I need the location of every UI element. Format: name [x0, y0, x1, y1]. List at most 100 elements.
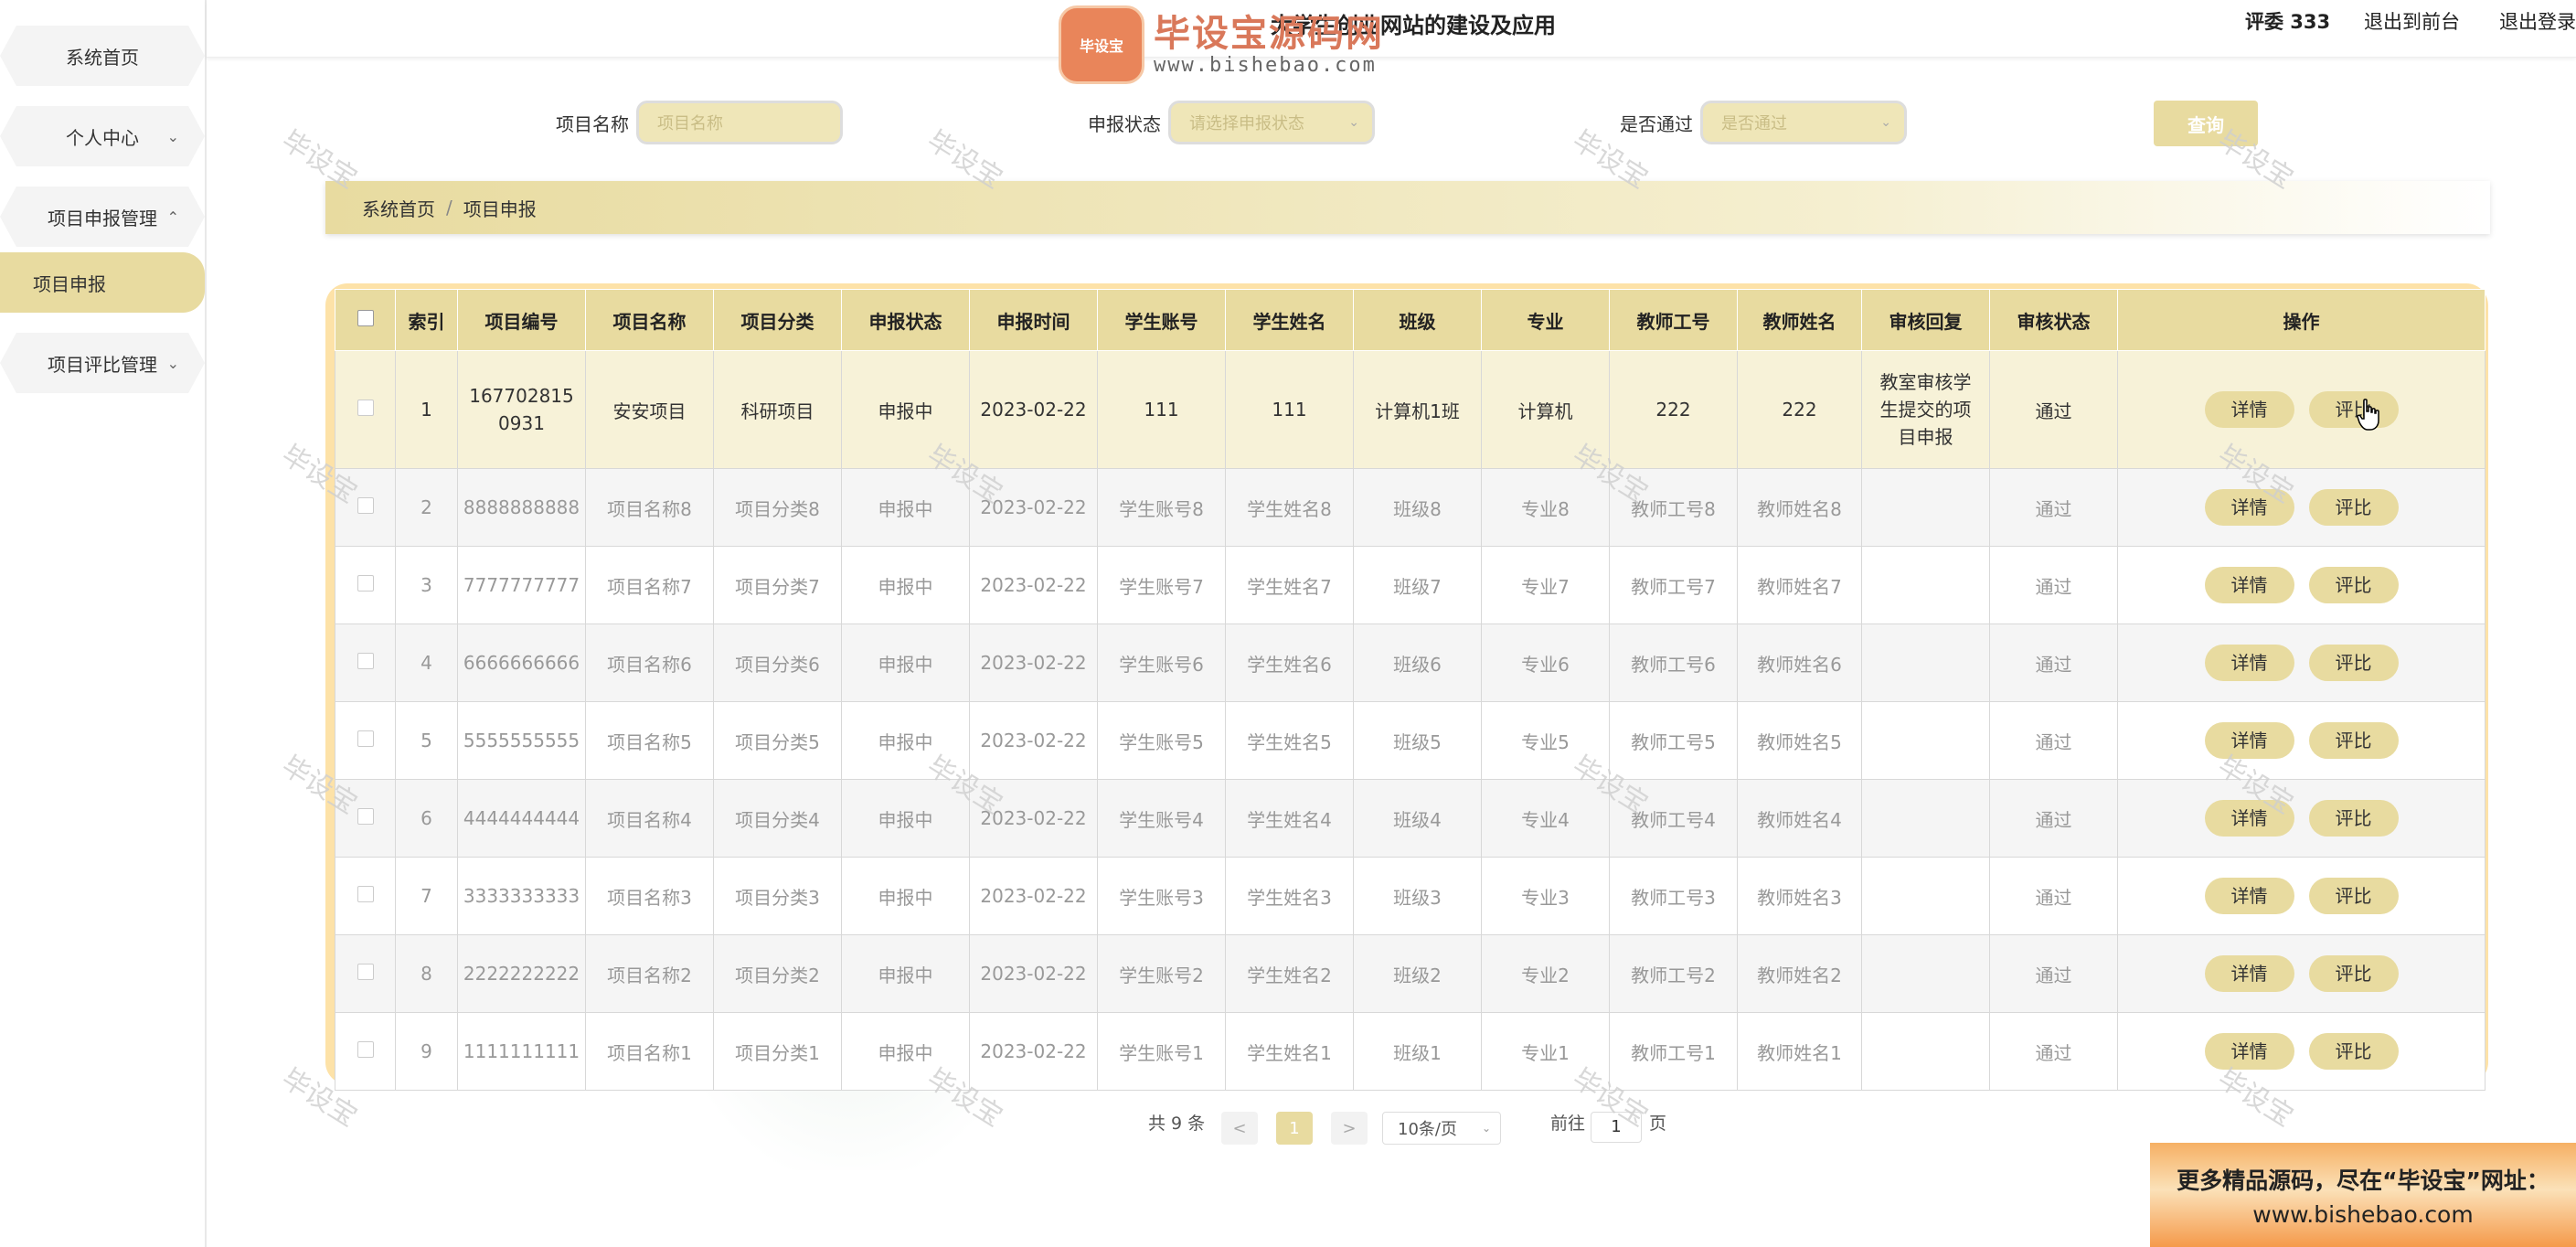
- detail-button[interactable]: 详情: [2204, 391, 2294, 428]
- rate-button[interactable]: 评比: [2308, 645, 2399, 681]
- row-select-cell[interactable]: [335, 779, 396, 858]
- table-cell: 学生姓名1: [1225, 1012, 1354, 1091]
- table-cell: 专业4: [1481, 779, 1610, 858]
- row-select-cell[interactable]: [335, 350, 396, 469]
- chevron-down-icon: ⌄: [1348, 115, 1359, 130]
- row-checkbox[interactable]: [357, 575, 374, 592]
- row-select-cell[interactable]: [335, 546, 396, 624]
- table-cell: 班级6: [1353, 624, 1482, 702]
- column-header: 索引: [395, 289, 458, 351]
- rate-button[interactable]: 评比: [2308, 1033, 2399, 1070]
- table-cell: 项目名称7: [585, 546, 714, 624]
- table-cell: 专业1: [1481, 1012, 1610, 1091]
- table-cell: 申报中: [841, 350, 970, 469]
- table-cell: 安安项目: [585, 350, 714, 469]
- table-cell: 111: [1097, 350, 1226, 469]
- table-cell: 计算机: [1481, 350, 1610, 469]
- pass-placeholder: 是否通过: [1721, 114, 1787, 133]
- table-cell: 项目名称8: [585, 468, 714, 547]
- actions-cell: 详情 评比: [2117, 701, 2486, 780]
- detail-button[interactable]: 详情: [2204, 878, 2294, 914]
- rate-button[interactable]: 评比: [2308, 489, 2399, 526]
- table-cell: 专业5: [1481, 701, 1610, 780]
- row-select-cell[interactable]: [335, 1012, 396, 1091]
- actions-cell: 详情 评比: [2117, 546, 2486, 624]
- table-cell: 项目名称3: [585, 857, 714, 935]
- goto-page-input[interactable]: 1: [1591, 1112, 1642, 1143]
- detail-button[interactable]: 详情: [2204, 645, 2294, 681]
- detail-button[interactable]: 详情: [2204, 1033, 2294, 1070]
- table-cell: 2023-02-22: [969, 468, 1098, 547]
- ad-banner[interactable]: 更多精品源码，尽在“毕设宝”网址： www.bishebao.com: [2150, 1143, 2576, 1247]
- chevron-down-icon: ⌄: [1880, 115, 1891, 130]
- logout-link[interactable]: 退出登录: [2499, 7, 2576, 35]
- table-cell: 教师工号4: [1609, 779, 1738, 858]
- sidebar-item-home[interactable]: 系统首页: [0, 26, 205, 86]
- page-number-button[interactable]: 1: [1276, 1112, 1313, 1145]
- row-select-cell[interactable]: [335, 934, 396, 1013]
- column-header: 审核回复: [1861, 289, 1990, 351]
- back-to-front-link[interactable]: 退出到前台: [2364, 7, 2460, 35]
- sidebar-item-project-rating-mgmt[interactable]: 项目评比管理 ⌄: [0, 333, 205, 393]
- rate-button[interactable]: 评比: [2308, 567, 2399, 603]
- row-checkbox[interactable]: [357, 808, 374, 825]
- pagination-total: 共 9 条: [1148, 1114, 1206, 1134]
- select-all-checkbox[interactable]: [357, 310, 374, 326]
- column-header: 审核状态: [1989, 289, 2118, 351]
- logo-watermark: 毕设宝 毕设宝源码网 www.bishebao.com: [1059, 5, 1384, 84]
- select-all-header[interactable]: [335, 289, 396, 351]
- page-size-select[interactable]: 10条/页 ⌄: [1382, 1112, 1501, 1145]
- detail-button[interactable]: 详情: [2204, 489, 2294, 526]
- breadcrumb: 系统首页 / 项目申报: [325, 181, 2490, 234]
- breadcrumb-home[interactable]: 系统首页: [362, 195, 435, 221]
- query-button[interactable]: 查询: [2154, 101, 2258, 146]
- apply-status-select[interactable]: 请选择申报状态 ⌄: [1168, 101, 1375, 144]
- sidebar-item-project-apply-mgmt[interactable]: 项目申报管理 ⌃: [0, 187, 205, 247]
- row-checkbox[interactable]: [357, 653, 374, 669]
- rate-button[interactable]: 评比: [2308, 391, 2399, 428]
- row-select-cell[interactable]: [335, 468, 396, 547]
- table-cell: 2023-02-22: [969, 779, 1098, 858]
- pass-select[interactable]: 是否通过 ⌄: [1700, 101, 1907, 144]
- sidebar-item-project-apply[interactable]: 项目申报: [0, 252, 205, 313]
- detail-button[interactable]: 详情: [2204, 955, 2294, 992]
- table-cell: 学生账号1: [1097, 1012, 1226, 1091]
- row-checkbox[interactable]: [357, 1041, 374, 1058]
- prev-page-button[interactable]: <: [1221, 1112, 1258, 1145]
- table-cell: 通过: [1989, 934, 2118, 1013]
- row-checkbox[interactable]: [357, 400, 374, 416]
- pass-label: 是否通过: [1620, 113, 1693, 135]
- row-checkbox[interactable]: [357, 497, 374, 514]
- row-checkbox[interactable]: [357, 886, 374, 902]
- row-select-cell[interactable]: [335, 701, 396, 780]
- table-cell: 班级4: [1353, 779, 1482, 858]
- logo-icon: 毕设宝: [1059, 5, 1144, 84]
- detail-button[interactable]: 详情: [2204, 800, 2294, 837]
- actions-cell: 详情 评比: [2117, 934, 2486, 1013]
- row-select-cell[interactable]: [335, 857, 396, 935]
- table-cell: 4: [395, 624, 458, 702]
- project-name-input[interactable]: 项目名称: [636, 101, 843, 144]
- table-cell: 通过: [1989, 350, 2118, 469]
- rate-button[interactable]: 评比: [2308, 955, 2399, 992]
- table-cell: 2023-02-22: [969, 857, 1098, 935]
- next-page-button[interactable]: >: [1331, 1112, 1368, 1145]
- table-cell: 教师姓名5: [1737, 701, 1862, 780]
- table-cell: 学生账号4: [1097, 779, 1226, 858]
- detail-button[interactable]: 详情: [2204, 722, 2294, 759]
- detail-button[interactable]: 详情: [2204, 567, 2294, 603]
- sidebar-item-personal[interactable]: 个人中心 ⌄: [0, 106, 205, 166]
- data-table-container: 索引 项目编号 项目名称 项目分类 申报状态 申报时间 学生账号 学生姓名 班级…: [325, 283, 2488, 1091]
- table-cell: 项目名称5: [585, 701, 714, 780]
- chevron-down-icon: ⌄: [166, 127, 179, 145]
- rate-button[interactable]: 评比: [2308, 722, 2399, 759]
- rate-button[interactable]: 评比: [2308, 800, 2399, 837]
- table-cell: 学生账号3: [1097, 857, 1226, 935]
- column-header: 项目分类: [713, 289, 842, 351]
- table-cell: 教师工号8: [1609, 468, 1738, 547]
- table-cell: [1861, 857, 1990, 935]
- row-checkbox[interactable]: [357, 730, 374, 747]
- rate-button[interactable]: 评比: [2308, 878, 2399, 914]
- row-checkbox[interactable]: [357, 964, 374, 980]
- row-select-cell[interactable]: [335, 624, 396, 702]
